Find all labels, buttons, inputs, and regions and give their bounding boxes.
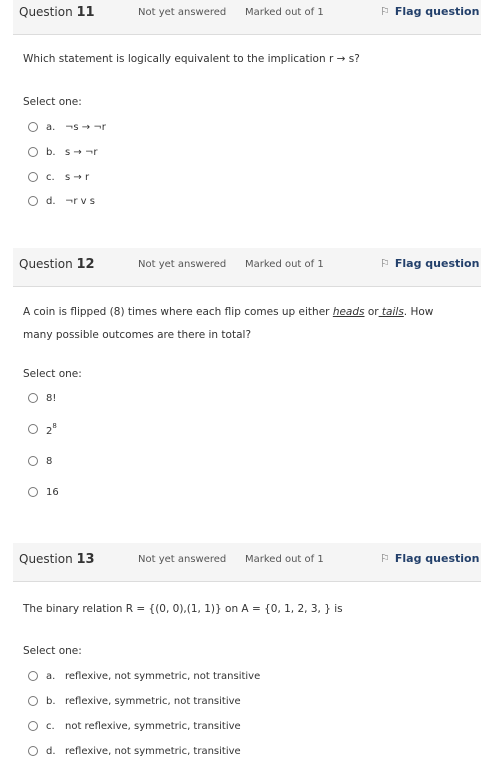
option-text: reflexive, symmetric, not transitive bbox=[65, 695, 241, 707]
question-12-header: Question 12 Not yet answered Marked out … bbox=[13, 248, 481, 287]
question-status: Not yet answered bbox=[138, 7, 227, 18]
radio-button[interactable] bbox=[28, 696, 38, 706]
flag-label: Flag question bbox=[394, 552, 480, 565]
option-d[interactable]: d. ¬r v s bbox=[28, 194, 95, 208]
radio-button[interactable] bbox=[28, 424, 38, 434]
question-number: Question 12 bbox=[19, 257, 95, 272]
option-text: s → ¬r bbox=[65, 146, 98, 158]
question-mark: Marked out of 1 bbox=[245, 554, 324, 565]
option-text: 8 bbox=[46, 455, 53, 467]
select-one-label: Select one: bbox=[23, 645, 82, 657]
option-letter: b. bbox=[46, 146, 56, 158]
option-letter: d. bbox=[46, 745, 56, 757]
question-label: Question bbox=[19, 5, 73, 19]
question-text-part: A coin is flipped (8) times where each f… bbox=[23, 306, 333, 318]
option-letter: c. bbox=[46, 171, 55, 183]
option-text: reflexive, not symmetric, not transitive bbox=[65, 670, 261, 682]
question-text-tails: tails bbox=[378, 306, 404, 318]
radio-button[interactable] bbox=[28, 746, 38, 756]
question-text: A coin is flipped (8) times where each f… bbox=[23, 301, 453, 347]
question-mark: Marked out of 1 bbox=[245, 7, 324, 18]
option-a[interactable]: a. ¬s → ¬r bbox=[28, 120, 106, 134]
flag-question-button[interactable]: ⚐ Flag question bbox=[380, 257, 479, 270]
option-b[interactable]: 28 bbox=[28, 422, 57, 437]
radio-button[interactable] bbox=[28, 172, 38, 182]
question-13-header: Question 13 Not yet answered Marked out … bbox=[13, 543, 481, 582]
option-text: 28 bbox=[46, 422, 57, 437]
question-number-value: 11 bbox=[76, 5, 95, 20]
option-text: ¬r v s bbox=[65, 195, 95, 207]
option-a[interactable]: 8! bbox=[28, 391, 56, 405]
question-text-part: or bbox=[364, 306, 379, 318]
option-letter: d. bbox=[46, 195, 56, 207]
option-text: not reflexive, symmetric, transitive bbox=[65, 720, 241, 732]
option-text: reflexive, not symmetric, transitive bbox=[65, 745, 241, 757]
question-text: The binary relation R = {(0, 0),(1, 1)} … bbox=[23, 603, 343, 615]
option-text: 8! bbox=[46, 392, 57, 404]
question-label: Question bbox=[19, 257, 73, 271]
radio-button[interactable] bbox=[28, 456, 38, 466]
option-d[interactable]: d. reflexive, not symmetric, transitive bbox=[28, 744, 241, 758]
flag-label: Flag question bbox=[394, 5, 480, 18]
option-letter: a. bbox=[46, 121, 56, 133]
option-text: ¬s → ¬r bbox=[65, 121, 106, 133]
question-mark: Marked out of 1 bbox=[245, 259, 324, 270]
radio-button[interactable] bbox=[28, 671, 38, 681]
option-letter: c. bbox=[46, 720, 55, 732]
flag-question-button[interactable]: ⚐ Flag question bbox=[380, 5, 479, 18]
select-one-label: Select one: bbox=[23, 368, 82, 380]
question-status: Not yet answered bbox=[138, 259, 227, 270]
option-c[interactable]: 8 bbox=[28, 454, 52, 468]
radio-button[interactable] bbox=[28, 393, 38, 403]
question-text: Which statement is logically equivalent … bbox=[23, 53, 360, 65]
question-number: Question 13 bbox=[19, 552, 95, 567]
flag-question-button[interactable]: ⚐ Flag question bbox=[380, 552, 479, 565]
option-c[interactable]: c. not reflexive, symmetric, transitive bbox=[28, 719, 241, 733]
option-text: 16 bbox=[46, 486, 59, 498]
option-b[interactable]: b. s → ¬r bbox=[28, 145, 97, 159]
question-number-value: 12 bbox=[76, 257, 95, 272]
flag-icon: ⚐ bbox=[380, 552, 390, 565]
radio-button[interactable] bbox=[28, 487, 38, 497]
option-text: s → r bbox=[65, 171, 90, 183]
radio-button[interactable] bbox=[28, 122, 38, 132]
flag-label: Flag question bbox=[394, 257, 480, 270]
option-b[interactable]: b. reflexive, symmetric, not transitive bbox=[28, 694, 241, 708]
question-status: Not yet answered bbox=[138, 554, 227, 565]
question-11-header: Question 11 Not yet answered Marked out … bbox=[13, 0, 481, 35]
radio-button[interactable] bbox=[28, 147, 38, 157]
question-number: Question 11 bbox=[19, 5, 95, 20]
flag-icon: ⚐ bbox=[380, 257, 390, 270]
option-d[interactable]: 16 bbox=[28, 485, 59, 499]
option-a[interactable]: a. reflexive, not symmetric, not transiti… bbox=[28, 669, 260, 683]
question-number-value: 13 bbox=[76, 552, 95, 567]
question-label: Question bbox=[19, 552, 73, 566]
question-text-heads: heads bbox=[332, 306, 365, 318]
radio-button[interactable] bbox=[28, 196, 38, 206]
option-letter: b. bbox=[46, 695, 56, 707]
option-c[interactable]: c. s → r bbox=[28, 170, 89, 184]
option-exponent: 8 bbox=[52, 421, 57, 430]
select-one-label: Select one: bbox=[23, 96, 82, 108]
flag-icon: ⚐ bbox=[380, 5, 390, 18]
radio-button[interactable] bbox=[28, 721, 38, 731]
option-letter: a. bbox=[46, 670, 56, 682]
